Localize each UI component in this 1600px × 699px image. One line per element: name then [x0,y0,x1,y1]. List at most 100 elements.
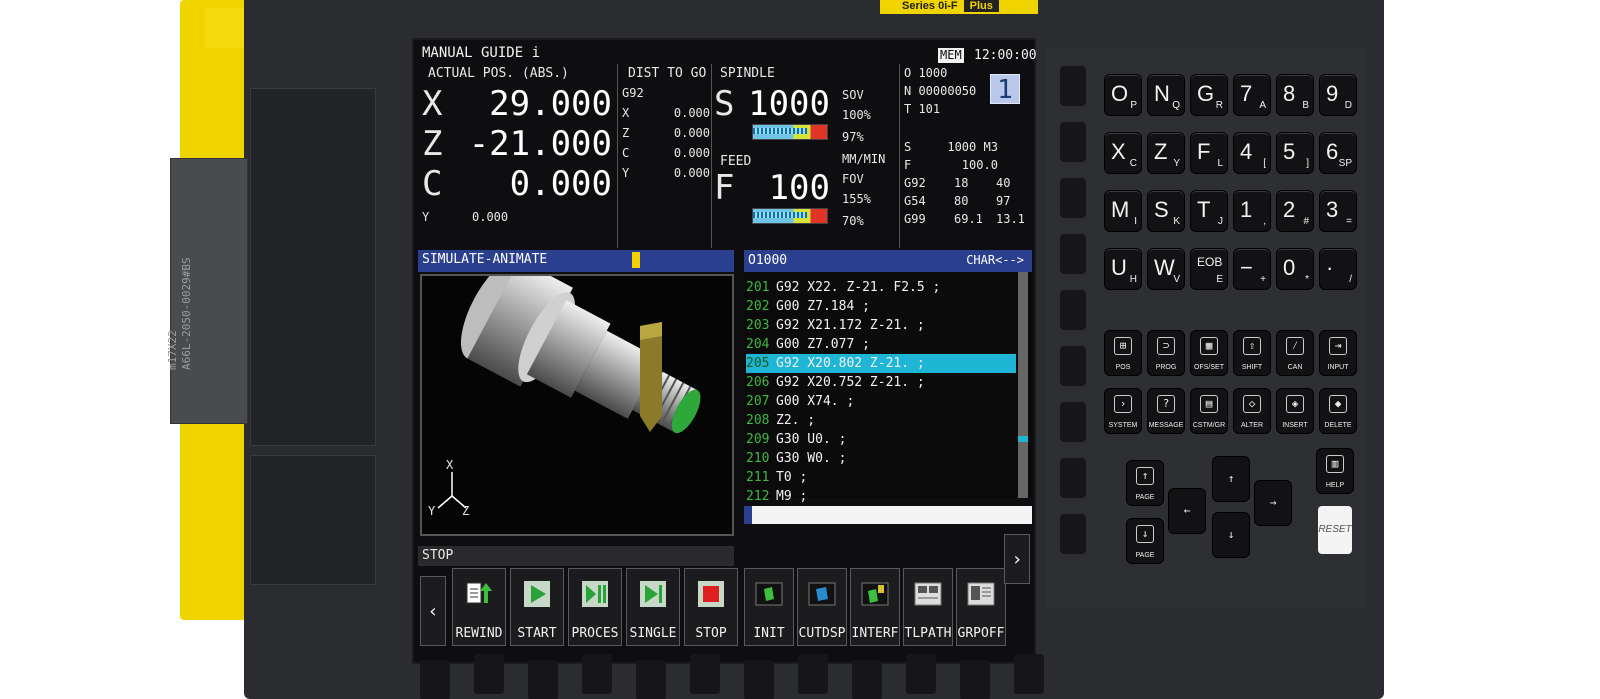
program-number: O 1000 [904,66,948,80]
program-line[interactable]: 206 G92 X20.752 Z-21. ; [746,373,1016,392]
nc-code: G00 Z7.184 ; [776,299,870,314]
program-listing[interactable]: 201 G92 X22. Z-21. F2.5 ; 202 G00 Z7.184 ; 2… [744,272,1032,504]
machine-operator-key-slot [744,660,774,699]
page-down-button[interactable]: ↓ PAGE [1126,518,1164,564]
reset-button[interactable]: RESET [1318,506,1352,554]
softkey-start-button[interactable]: START [510,568,564,646]
key-3-button[interactable]: 3 = [1319,190,1357,232]
can-button[interactable]: ⁄ CAN [1276,330,1314,376]
key-1-button[interactable]: 1, [1233,190,1271,232]
alter-button[interactable]: ◇ ALTER [1233,388,1271,434]
line-number: 206 [746,375,770,390]
key--button[interactable]: · / [1319,248,1357,290]
softkey-init-button[interactable]: INIT [744,568,794,646]
help-button[interactable]: ▥ HELP [1316,448,1354,494]
cursor-right-button[interactable]: → [1254,480,1292,526]
key-7-button[interactable]: 7A [1233,74,1271,116]
key-main-label: W [1154,255,1175,280]
key-sub-label: E [1216,274,1223,285]
softkey-stop-button[interactable]: STOP [684,568,738,646]
insert-icon: ◈ [1286,395,1304,413]
softkey-prev-button[interactable]: ‹ [420,576,446,646]
cursor-left-button[interactable]: ← [1168,488,1206,534]
key-x-button[interactable]: XC [1104,132,1142,174]
page-up-button[interactable]: ↑ PAGE [1126,460,1164,506]
program-line[interactable]: 208 Z2. ; [746,411,1016,430]
path-number-badge: 1 [990,74,1020,105]
key-m-button[interactable]: MI [1104,190,1142,232]
prog-button[interactable]: ⊃ PROG [1147,330,1185,376]
key-8-button[interactable]: 8B [1276,74,1314,116]
ofs-set-button[interactable]: ▦ OFS/SET [1190,330,1228,376]
simulation-header: SIMULATE-ANIMATE [418,250,734,272]
softkey-interf-button[interactable]: INTERF [850,568,900,646]
shift-button[interactable]: ⇧ SHIFT [1233,330,1271,376]
program-line[interactable]: 205 G92 X20.802 Z-21. ; [746,354,1016,373]
axis-value: -21.000 [468,124,612,164]
softkey-rewind-button[interactable]: REWIND [452,568,506,646]
program-line[interactable]: 207 G00 X74. ; [746,392,1016,411]
softkey-single-button[interactable]: SINGLE [626,568,680,646]
softkey-cutdsp-button[interactable]: CUTDSP [797,568,847,646]
nc-code: G00 X74. ; [776,394,855,409]
delete-button[interactable]: ◆ DELETE [1319,388,1357,434]
key-eob-button[interactable]: EOB E [1190,248,1228,290]
feed-unit: MM/MIN [842,152,886,166]
program-line[interactable]: 201 G92 X22. Z-21. F2.5 ; [746,278,1016,297]
key-g-button[interactable]: GR [1190,74,1228,116]
key-sub-label: Y [1173,158,1180,169]
key-u-button[interactable]: UH [1104,248,1142,290]
key-o-button[interactable]: OP [1104,74,1142,116]
key-9-button[interactable]: 9D [1319,74,1357,116]
key-0-button[interactable]: 0 * [1276,248,1314,290]
key-main-label: 0 [1283,255,1296,280]
softkey-grpoff-button[interactable]: GRPOFF [956,568,1006,646]
machine-operator-key-slot [582,654,612,694]
panel-slot [1060,122,1086,162]
key-n-button[interactable]: NQ [1147,74,1185,116]
program-line[interactable]: 211 T0 ; [746,468,1016,487]
softkey-next-button[interactable]: › [1004,534,1030,584]
pos-button[interactable]: ⊞ POS [1104,330,1142,376]
key-sub-label: J [1218,216,1223,227]
feed-label: FEED [720,154,752,169]
input-button[interactable]: ⇥ INPUT [1319,330,1357,376]
program-line[interactable]: 209 G30 U0. ; [746,430,1016,449]
key-6-button[interactable]: 6 SP [1319,132,1357,174]
cstm-gr-icon: ▤ [1200,395,1218,413]
key-5-button[interactable]: 5] [1276,132,1314,174]
key-f-button[interactable]: FL [1190,132,1228,174]
key-w-button[interactable]: WV [1147,248,1185,290]
program-scrollbar[interactable] [1018,272,1028,498]
program-scroll-thumb[interactable] [1018,436,1028,442]
program-line[interactable]: 210 G30 W0. ; [746,449,1016,468]
message-button[interactable]: ? MESSAGE [1147,388,1185,434]
key-4-button[interactable]: 4[ [1233,132,1271,174]
key-input-buffer[interactable] [744,506,1032,524]
softkey-proces-button[interactable]: PROCES [568,568,622,646]
machine-operator-key-slot [690,654,720,694]
key-s-button[interactable]: SK [1147,190,1185,232]
program-line[interactable]: 203 G92 X21.172 Z-21. ; [746,316,1016,335]
key-z-button[interactable]: ZY [1147,132,1185,174]
simulation-viewport[interactable]: X Y Z [420,274,734,536]
program-line[interactable]: 202 G00 Z7.184 ; [746,297,1016,316]
dtg-value: 0.000 [673,126,710,140]
cursor-up-button[interactable]: ↑ [1212,456,1250,502]
line-number: 203 [746,318,770,333]
cstm-gr-button[interactable]: ▤ CSTM/GR [1190,388,1228,434]
key-t-button[interactable]: TJ [1190,190,1228,232]
program-line[interactable]: 204 G00 Z7.077 ; [746,335,1016,354]
actual-position-panel: ACTUAL POS. (ABS.) X 29.000 Z -21.000 C … [418,64,618,248]
program-line[interactable]: 212 M9 ; [746,487,1016,506]
softkey-tlpath-button[interactable]: TLPATH [903,568,953,646]
arrow-down-icon: ↓ [1136,525,1154,543]
key--button[interactable]: − + [1233,248,1271,290]
system-button[interactable]: › SYSTEM [1104,388,1142,434]
panel-slot [1060,458,1086,498]
function-key-label: MESSAGE [1148,422,1184,429]
cursor-down-button[interactable]: ↓ [1212,512,1250,558]
insert-button[interactable]: ◈ INSERT [1276,388,1314,434]
key-2-button[interactable]: 2 # [1276,190,1314,232]
message-icon: ? [1157,395,1175,413]
